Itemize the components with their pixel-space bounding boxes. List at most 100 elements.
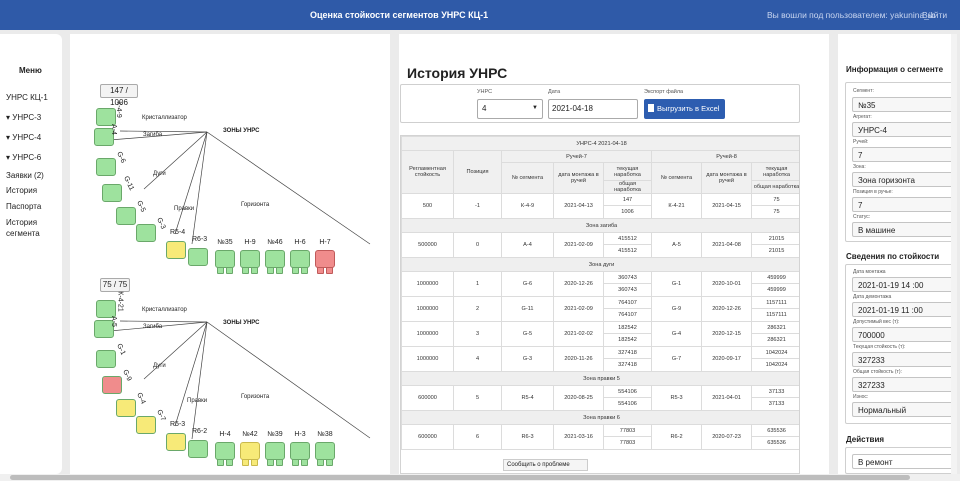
cell-runtime-7: 327418 327418: [603, 346, 652, 372]
menu-item-unrs-3[interactable]: ▾ УНРС-3: [6, 113, 41, 123]
menu-item-passports[interactable]: Паспорта: [6, 202, 41, 212]
table-row[interactable]: 1000000 1 G-6 2020-12-26 360743 360743 G-1 2020…: [401, 271, 799, 297]
segment-А-5[interactable]: А-5: [94, 316, 118, 344]
dur-label-current: Текущая стойкость (т):: [853, 344, 906, 350]
runtime-value: 1157111: [766, 312, 787, 318]
cell-date-8: 2020-07-23: [701, 424, 752, 450]
segment-G-7[interactable]: G-7: [136, 409, 166, 440]
runtime-value: 635536: [767, 440, 786, 446]
cell-segment-7: G-5: [501, 321, 554, 347]
table-row[interactable]: 600000 5 R5-4 2020-08-25 554106 554106 R5-3 202…: [401, 385, 799, 411]
menu-item-unrs-6[interactable]: ▾ УНРС-6: [6, 153, 41, 163]
segment-№42[interactable]: №42: [238, 431, 262, 466]
cell-date-8: 2021-04-08: [701, 232, 752, 258]
segment-G-11[interactable]: G-11: [102, 175, 135, 208]
table-row[interactable]: 1000000 4 G-3 2020-11-26 327418 327418 G-7 2020…: [401, 346, 799, 372]
history-table-wrap[interactable]: УНРС-4 2021-04-18 Регламентная стойкость…: [400, 135, 800, 474]
dur-value-mount: 2021-01-19 14 :00: [852, 277, 956, 292]
table-row[interactable]: 600000 6 R6-3 2021-03-16 77803 77803 R6-2 2020-…: [401, 424, 799, 450]
segment-label: №42: [242, 431, 258, 438]
segment-R5-4[interactable]: R5-4: [166, 229, 190, 265]
cell-position: 2: [453, 296, 502, 322]
table-row[interactable]: 1000000 3 G-5 2021-02-02 182542 182542 G-4 2020…: [401, 321, 799, 347]
segment-G-9[interactable]: G-9: [102, 369, 132, 400]
info-label-status: Статус:: [853, 214, 871, 220]
segment-Н-7[interactable]: Н-7: [313, 239, 337, 274]
cell-date-8: 2021-04-01: [701, 385, 752, 411]
info-label-strand: Ручей:: [853, 139, 869, 145]
segment-label: №35: [217, 239, 233, 246]
file-icon: [648, 104, 654, 112]
bottom-label-arcs: Дуги: [153, 363, 166, 369]
cell-segment-7: К-4-9: [501, 193, 554, 219]
segment-label: А-5: [109, 316, 117, 327]
segment-№35[interactable]: №35: [213, 239, 237, 274]
segment-label: №39: [267, 431, 283, 438]
segment-R5-3[interactable]: R5-3: [166, 421, 190, 457]
runtime-value: 1157111: [752, 297, 799, 309]
cell-resist: 1000000: [401, 271, 454, 297]
cell-segment-7: G-11: [501, 296, 554, 322]
menu-item-segment-history-2[interactable]: сегмента: [6, 229, 40, 239]
date-input[interactable]: 2021-04-18: [548, 99, 638, 119]
segment-G-6[interactable]: G-6: [96, 151, 126, 182]
segment-label: Н-4: [219, 431, 231, 438]
segment-Н-6[interactable]: Н-6: [288, 239, 312, 274]
cell-runtime-7: 360743 360743: [603, 271, 652, 297]
segment-shape: [215, 250, 235, 274]
segment-shape: [102, 184, 122, 202]
vertical-scrollbar[interactable]: [951, 34, 957, 474]
cell-resist: 600000: [401, 385, 454, 411]
segment-shape: [166, 433, 186, 451]
unrs-select[interactable]: 4 ▼: [477, 99, 543, 119]
runtime-value: 147: [604, 194, 651, 206]
zone-row: Зона правки 5: [401, 371, 799, 386]
runtime-value: 75: [752, 194, 799, 206]
export-excel-button[interactable]: Выгрузить в Excel: [644, 99, 725, 119]
durability-box: Дата монтажа 2021-01-19 14 :00 Дата демо…: [845, 264, 956, 424]
table-row[interactable]: 500000 0 А-4 2021-02-09 415512 415512 А-5 2021-…: [401, 232, 799, 258]
logout-link[interactable]: Выйти: [922, 10, 947, 20]
segment-G-3[interactable]: G-3: [136, 217, 166, 248]
menu-item-requests[interactable]: Заявки (2): [6, 171, 44, 181]
cell-runtime-7: 182542 182542: [603, 321, 652, 347]
menu-item-segment-history-1[interactable]: История: [6, 218, 37, 228]
scrollbar-thumb[interactable]: [10, 475, 910, 480]
runtime-value: 77803: [604, 425, 651, 437]
runtime-value: 459999: [752, 272, 799, 284]
segment-№38[interactable]: №38: [313, 431, 337, 466]
runtime-value: 635536: [752, 425, 799, 437]
menu-item-history[interactable]: История: [6, 186, 37, 196]
dur-value-dismount: 2021-01-19 11 :00: [852, 302, 956, 317]
dur-value-allowed: 700000: [852, 327, 956, 342]
bottom-label-bend: Загиба: [143, 324, 163, 330]
table-row[interactable]: 500 -1 К-4-9 2021-04-13 147 1006 К-4-21 2021-04…: [401, 193, 799, 219]
info-value-segment: №35: [852, 97, 956, 112]
horizontal-scrollbar[interactable]: [0, 474, 960, 481]
segment-№46[interactable]: №46: [263, 239, 287, 274]
menu-item-unrs-4[interactable]: ▾ УНРС-4: [6, 133, 41, 143]
table-caption: УНРС-4 2021-04-18: [401, 136, 799, 151]
segment-shape: [240, 250, 260, 274]
runtime-value: 327418: [604, 347, 651, 359]
segment-R6-2[interactable]: R6-2: [188, 428, 212, 464]
segment-А-4[interactable]: А-4: [94, 124, 118, 152]
action-select[interactable]: В ремонт: [852, 454, 956, 469]
segment-Н-9[interactable]: Н-9: [238, 239, 262, 274]
runtime-value: 1006: [621, 209, 634, 215]
menu-item-unrs-kc1[interactable]: УНРС КЦ-1: [6, 93, 48, 103]
cell-date-7: 2021-04-13: [553, 193, 604, 219]
zone-row: Зона загиба: [401, 218, 799, 233]
cell-segment-8: А-5: [651, 232, 702, 258]
segment-Н-4[interactable]: Н-4: [213, 431, 237, 466]
cell-date-7: 2021-02-09: [553, 296, 604, 322]
segment-R6-3[interactable]: R6-3: [188, 236, 212, 272]
cell-resist: 500: [401, 193, 454, 219]
table-row[interactable]: 1000000 2 G-11 2021-02-09 764107 764107 G-9 202…: [401, 296, 799, 322]
segment-G-1[interactable]: G-1: [96, 343, 126, 374]
report-problem-button[interactable]: Сообщить о проблеме: [503, 459, 588, 471]
dur-value-total: 327233: [852, 377, 956, 392]
segment-Н-3[interactable]: Н-3: [288, 431, 312, 466]
runtime-value: 360743: [604, 272, 651, 284]
segment-№39[interactable]: №39: [263, 431, 287, 466]
